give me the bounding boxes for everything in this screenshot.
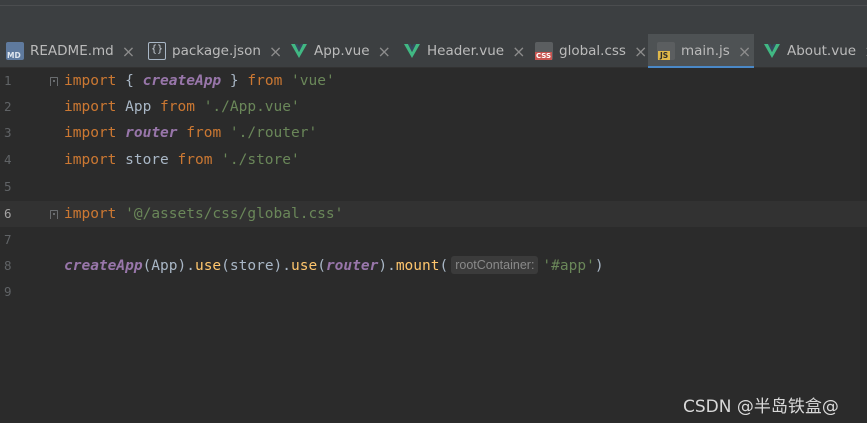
- string-token: './App.vue': [203, 99, 300, 115]
- text-token: (App).: [142, 258, 195, 274]
- close-icon[interactable]: ×: [738, 42, 751, 61]
- tab-label: Header.vue: [427, 43, 505, 59]
- current-line-number: 6: [4, 206, 12, 221]
- close-icon[interactable]: ×: [634, 42, 647, 61]
- tab-label: main.js: [681, 43, 730, 59]
- keyword-token: from: [160, 99, 195, 115]
- tab-about-vue[interactable]: About.vue ×: [763, 34, 867, 68]
- line-number: 2: [4, 99, 12, 114]
- function-token: router: [125, 125, 178, 141]
- line-number: 5: [4, 179, 12, 194]
- text-token: ): [594, 258, 604, 274]
- fold-toggle-icon[interactable]: [50, 210, 58, 219]
- keyword-token: import: [64, 99, 117, 115]
- code-editor[interactable]: 1 2 3 4 5 6 7 8 9 import { createApp } f…: [0, 68, 867, 423]
- text-token: ).: [378, 258, 396, 274]
- tab-label: About.vue: [787, 43, 857, 59]
- keyword-token: from: [177, 152, 213, 168]
- line-number: 8: [4, 258, 12, 273]
- text-token: (: [317, 258, 326, 274]
- tab-main-js[interactable]: main.js ×: [648, 34, 754, 69]
- js-file-icon: [657, 42, 675, 60]
- code-line[interactable]: import '@/assets/css/global.css': [64, 201, 343, 227]
- function-token: createApp: [142, 73, 222, 89]
- tab-label: App.vue: [314, 43, 370, 59]
- function-token: createApp: [64, 258, 143, 274]
- json-file-icon: [148, 42, 166, 60]
- string-token: '@/assets/css/global.css': [125, 206, 344, 222]
- text-token: {: [116, 73, 143, 89]
- tab-package-json[interactable]: package.json ×: [148, 34, 282, 68]
- close-icon[interactable]: ×: [122, 42, 135, 61]
- tab-readme[interactable]: README.md ×: [6, 34, 135, 68]
- close-icon[interactable]: ×: [378, 42, 391, 61]
- string-token: 'vue': [291, 73, 335, 89]
- text-token: }: [221, 73, 248, 89]
- fold-toggle-icon[interactable]: [50, 77, 58, 86]
- line-number: 3: [4, 125, 12, 140]
- tab-label: package.json: [172, 43, 261, 59]
- code-line[interactable]: import router from './router': [64, 120, 317, 146]
- text-token: App: [116, 99, 161, 115]
- markdown-file-icon: [6, 42, 24, 60]
- method-token: use: [291, 258, 318, 274]
- line-number: 4: [4, 152, 12, 167]
- tab-global-css[interactable]: global.css ×: [535, 34, 647, 68]
- css-file-icon: [535, 42, 553, 60]
- tab-header-vue[interactable]: Header.vue ×: [403, 34, 525, 68]
- function-token: router: [325, 258, 379, 274]
- keyword-token: import: [64, 125, 117, 141]
- close-icon[interactable]: ×: [269, 42, 282, 61]
- editor-tab-bar: README.md × package.json × App.vue × Hea…: [0, 34, 867, 69]
- close-icon[interactable]: ×: [512, 42, 525, 61]
- vue-file-icon: [291, 44, 307, 58]
- code-line[interactable]: createApp(App).use(store).use(router).mo…: [64, 253, 604, 279]
- watermark: CSDN @半岛铁盒@: [683, 397, 839, 417]
- tab-label: README.md: [30, 43, 114, 59]
- vue-file-icon: [404, 44, 420, 58]
- keyword-token: import: [64, 73, 117, 89]
- title-bar-divider: [0, 5, 867, 6]
- method-token: mount: [395, 258, 440, 274]
- text-token: store: [116, 152, 178, 168]
- line-number: 1: [4, 73, 12, 88]
- line-number-gutter: 1 2 3 4 5 6 7 8 9: [0, 68, 46, 423]
- code-line[interactable]: import App from './App.vue': [64, 94, 300, 120]
- vue-file-icon: [764, 44, 780, 58]
- text-token: (: [439, 258, 449, 274]
- tab-label: global.css: [559, 43, 626, 59]
- method-token: use: [194, 258, 222, 274]
- keyword-token: from: [247, 73, 283, 89]
- string-token: './router': [229, 125, 318, 141]
- code-line[interactable]: import { createApp } from 'vue': [64, 68, 335, 94]
- parameter-hint: rootContainer:: [451, 256, 539, 274]
- code-line[interactable]: import store from './store': [64, 147, 300, 173]
- line-number: 7: [4, 232, 12, 247]
- tab-app-vue[interactable]: App.vue ×: [290, 34, 391, 68]
- title-bar: [0, 0, 867, 34]
- keyword-token: import: [64, 206, 117, 222]
- text-token: (store).: [221, 258, 292, 274]
- keyword-token: import: [64, 152, 117, 168]
- keyword-token: from: [186, 125, 222, 141]
- string-token: '#app': [542, 258, 595, 274]
- string-token: './store': [221, 152, 300, 168]
- line-number: 9: [4, 284, 12, 299]
